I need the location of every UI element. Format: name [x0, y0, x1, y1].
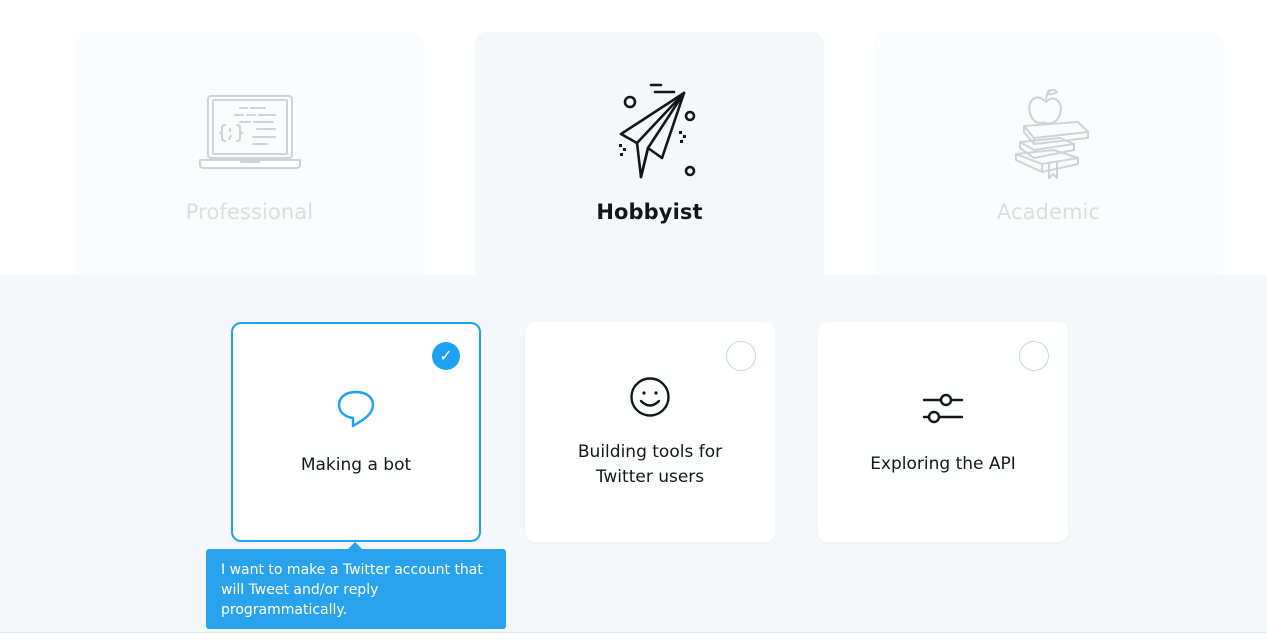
persona-tab-professional[interactable]: Professional — [75, 32, 424, 275]
paper-plane-icon — [595, 82, 705, 182]
radio-button[interactable] — [726, 341, 756, 371]
option-card-exploring-api[interactable]: Exploring the API — [818, 322, 1068, 542]
persona-label-professional: Professional — [185, 200, 314, 224]
tooltip-arrow — [348, 542, 362, 549]
option-card-building-tools[interactable]: Building tools for Twitter users — [525, 322, 775, 542]
option-label-line-2: Twitter users — [595, 467, 705, 487]
option-label-building-tools: Building tools for Twitter users — [525, 440, 775, 490]
smiley-face-icon — [628, 375, 672, 419]
option-label-line-1: Building tools for — [577, 442, 723, 462]
persona-label-hobbyist: Hobbyist — [596, 200, 703, 224]
option-label-exploring-api: Exploring the API — [870, 454, 1016, 474]
persona-tab-hobbyist[interactable]: Hobbyist — [475, 32, 824, 275]
laptop-code-icon — [195, 82, 305, 182]
books-apple-icon — [994, 82, 1104, 182]
sliders-icon — [921, 387, 965, 431]
option-card-making-a-bot[interactable]: ✓ Making a bot — [231, 322, 481, 542]
persona-tab-academic[interactable]: Academic — [874, 32, 1223, 275]
option-label-making-a-bot: Making a bot — [300, 455, 412, 475]
section-divider — [0, 632, 1267, 633]
speech-bubble-icon — [334, 386, 378, 430]
radio-button[interactable] — [1019, 341, 1049, 371]
persona-label-academic: Academic — [996, 200, 1101, 224]
option-description-tooltip: I want to make a Twitter account that wi… — [206, 549, 506, 629]
selected-check-icon[interactable]: ✓ — [432, 342, 460, 370]
